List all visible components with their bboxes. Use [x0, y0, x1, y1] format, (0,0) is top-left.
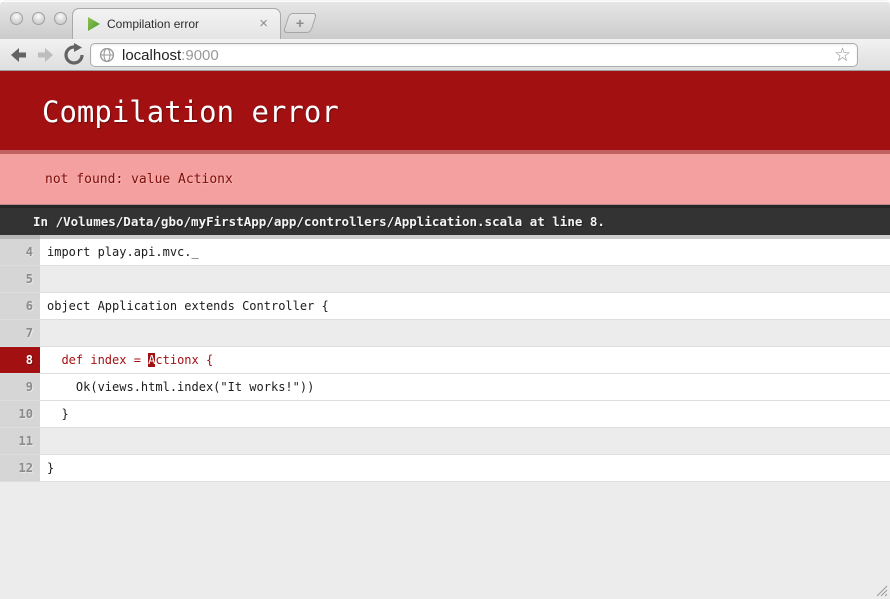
line-code: import play.api.mvc._ [40, 235, 890, 265]
line-number: 8 [0, 347, 40, 373]
line-code: } [40, 401, 890, 427]
forward-button[interactable] [34, 43, 58, 67]
tab-strip: Compilation error × + [0, 0, 890, 39]
url-port: :9000 [181, 47, 219, 64]
line-code: } [40, 455, 890, 481]
window-close-button[interactable] [10, 12, 23, 25]
line-number: 4 [0, 235, 40, 265]
window-zoom-button[interactable] [54, 12, 67, 25]
line-number: 10 [0, 401, 40, 427]
code-line-8: 8 def index = Actionx { [0, 347, 890, 374]
url-host: localhost [122, 47, 181, 64]
new-tab-button[interactable]: + [283, 13, 317, 33]
resize-grip[interactable] [874, 583, 888, 597]
line-number: 11 [0, 428, 40, 454]
page-title: Compilation error [0, 71, 890, 150]
line-number: 9 [0, 374, 40, 400]
source-code-listing: 4import play.api.mvc._56object Applicati… [0, 235, 890, 482]
line-code [40, 428, 890, 454]
line-number: 6 [0, 293, 40, 319]
line-code: object Application extends Controller { [40, 293, 890, 319]
error-detail: not found: value Actionx [0, 150, 890, 205]
bookmark-star-icon[interactable]: ☆ [834, 44, 851, 67]
play-framework-favicon-icon [87, 16, 101, 32]
line-code [40, 320, 890, 346]
code-line-10: 10 } [0, 401, 890, 428]
error-location: In /Volumes/Data/gbo/myFirstApp/app/cont… [0, 205, 890, 235]
window-minimize-button[interactable] [32, 12, 45, 25]
url-text[interactable]: localhost:9000 [122, 47, 219, 64]
code-line-12: 12} [0, 455, 890, 482]
active-tab[interactable]: Compilation error × [72, 8, 281, 40]
code-line-11: 11 [0, 428, 890, 455]
address-bar[interactable]: localhost:9000 ☆ [90, 43, 858, 67]
line-code: Ok(views.html.index("It works!")) [40, 374, 890, 400]
tab-close-icon[interactable]: × [259, 15, 268, 33]
tab-title: Compilation error [107, 17, 199, 31]
line-number: 7 [0, 320, 40, 346]
line-number: 12 [0, 455, 40, 481]
line-code [40, 266, 890, 292]
code-line-7: 7 [0, 320, 890, 347]
code-line-9: 9 Ok(views.html.index("It works!")) [0, 374, 890, 401]
error-page: Compilation error not found: value Actio… [0, 71, 890, 599]
reload-button[interactable] [62, 43, 86, 67]
code-line-4: 4import play.api.mvc._ [0, 235, 890, 266]
line-code: def index = Actionx { [40, 347, 890, 373]
globe-icon [99, 47, 115, 63]
code-line-6: 6object Application extends Controller { [0, 293, 890, 320]
line-number: 5 [0, 266, 40, 292]
code-line-5: 5 [0, 266, 890, 293]
back-button[interactable] [6, 43, 30, 67]
plus-icon: + [287, 14, 313, 32]
navigation-toolbar: localhost:9000 ☆ [0, 39, 890, 71]
browser-window: Compilation error × + localhost:9000 ☆ [0, 0, 890, 599]
